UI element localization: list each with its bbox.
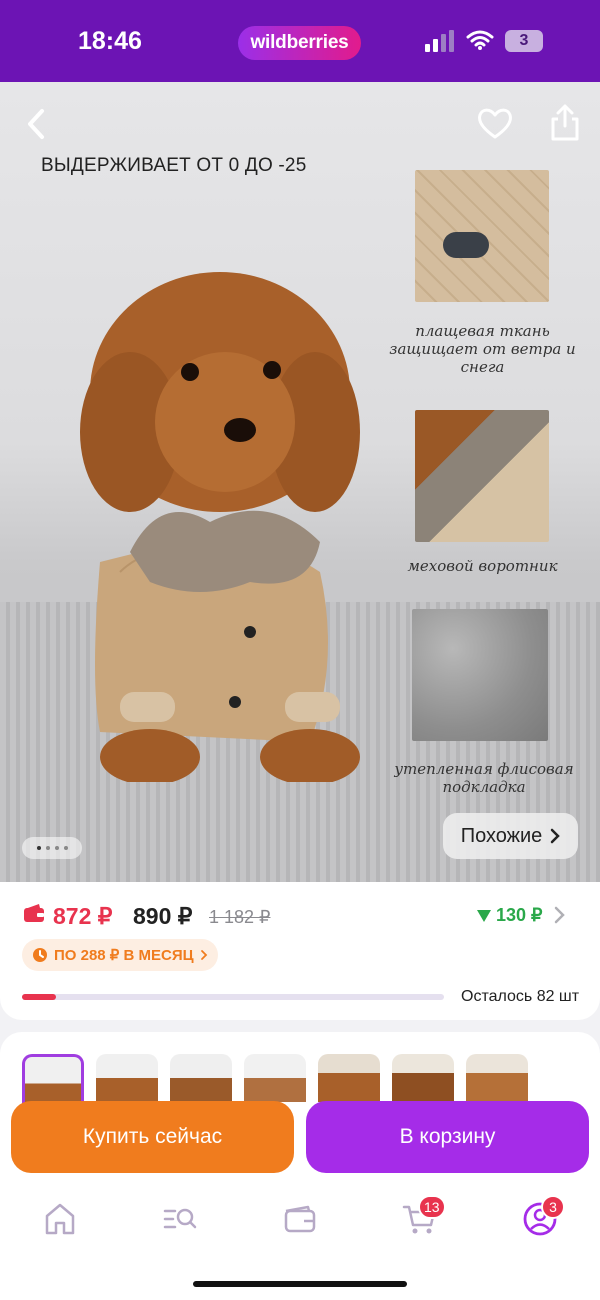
cart-badge: 13 — [418, 1195, 446, 1219]
product-gallery[interactable]: ВЫДЕРЖИВАЕТ ОТ 0 ДО -25 плащевая ткань з… — [0, 82, 600, 882]
dog-photo — [80, 272, 360, 782]
old-price: 1 182 ₽ — [209, 907, 271, 927]
price-card: 872 ₽ 890 ₽ 1 182 ₽ 130 ₽ ПО 288 ₽ В МЕС… — [0, 882, 600, 1020]
chevron-right-icon[interactable] — [553, 904, 567, 926]
feature-caption: меховой воротник — [407, 557, 558, 575]
gallery-title: ВЫДЕРЖИВАЕТ ОТ 0 ДО -25 — [41, 155, 307, 176]
feature-caption: плащевая ткань защищает от ветра и снега — [389, 322, 576, 376]
cashback[interactable]: 130 ₽ — [476, 905, 543, 926]
thumbnail[interactable] — [466, 1054, 528, 1102]
home-indicator — [193, 1281, 407, 1287]
brand-logo: wildberries — [238, 26, 361, 60]
thumbnail[interactable] — [392, 1054, 454, 1102]
wallet-price: 872 ₽ — [53, 903, 113, 929]
stock-remaining: Осталось 82 шт — [461, 988, 580, 1005]
slide-dot — [54, 846, 59, 850]
thumbnail[interactable] — [170, 1054, 232, 1102]
similar-button[interactable]: Похожие — [443, 813, 578, 859]
clock-icon — [33, 948, 47, 962]
buy-now-button[interactable]: Купить сейчас — [11, 1101, 294, 1173]
catalog-search-icon[interactable] — [160, 1199, 200, 1239]
collar-detail-image — [415, 410, 549, 542]
installment-text: ПО 288 ₽ В МЕСЯЦ — [54, 947, 194, 964]
battery-icon: 3 — [505, 30, 543, 52]
home-icon[interactable] — [40, 1199, 80, 1239]
signal-icon — [425, 30, 454, 52]
share-button[interactable] — [548, 102, 582, 142]
fabric-detail-image — [415, 170, 549, 302]
slide-dot — [63, 846, 68, 850]
favorite-button[interactable] — [476, 104, 514, 142]
stock-progress-bar — [22, 994, 444, 1000]
triangle-down-icon — [477, 909, 491, 922]
thumbnail[interactable] — [244, 1054, 306, 1102]
add-to-cart-button[interactable]: В корзину — [306, 1101, 589, 1173]
feature-caption: утепленная флисовая подкладка — [394, 760, 574, 796]
thumbnail[interactable] — [96, 1054, 158, 1102]
cashback-amount: 130 ₽ — [496, 905, 543, 925]
status-time: 18:46 — [78, 27, 142, 55]
thumbnail[interactable] — [318, 1054, 380, 1102]
stock-progress-fill — [22, 994, 56, 1000]
current-price: 890 ₽ — [133, 903, 193, 929]
wallet-tab-icon[interactable] — [280, 1199, 320, 1239]
chevron-right-icon — [200, 950, 207, 960]
chevron-right-icon — [551, 828, 561, 844]
similar-label: Похожие — [460, 824, 543, 847]
profile-badge: 3 — [541, 1195, 565, 1219]
slide-indicator — [22, 837, 82, 859]
wifi-icon — [466, 30, 494, 50]
back-button[interactable] — [22, 106, 52, 142]
fleece-detail-image — [412, 609, 548, 741]
slide-dot — [36, 846, 41, 850]
installment-badge[interactable]: ПО 288 ₽ В МЕСЯЦ — [22, 939, 218, 971]
wallet-icon — [24, 904, 44, 922]
thumbnail[interactable] — [22, 1054, 84, 1105]
slide-dot — [45, 846, 50, 850]
